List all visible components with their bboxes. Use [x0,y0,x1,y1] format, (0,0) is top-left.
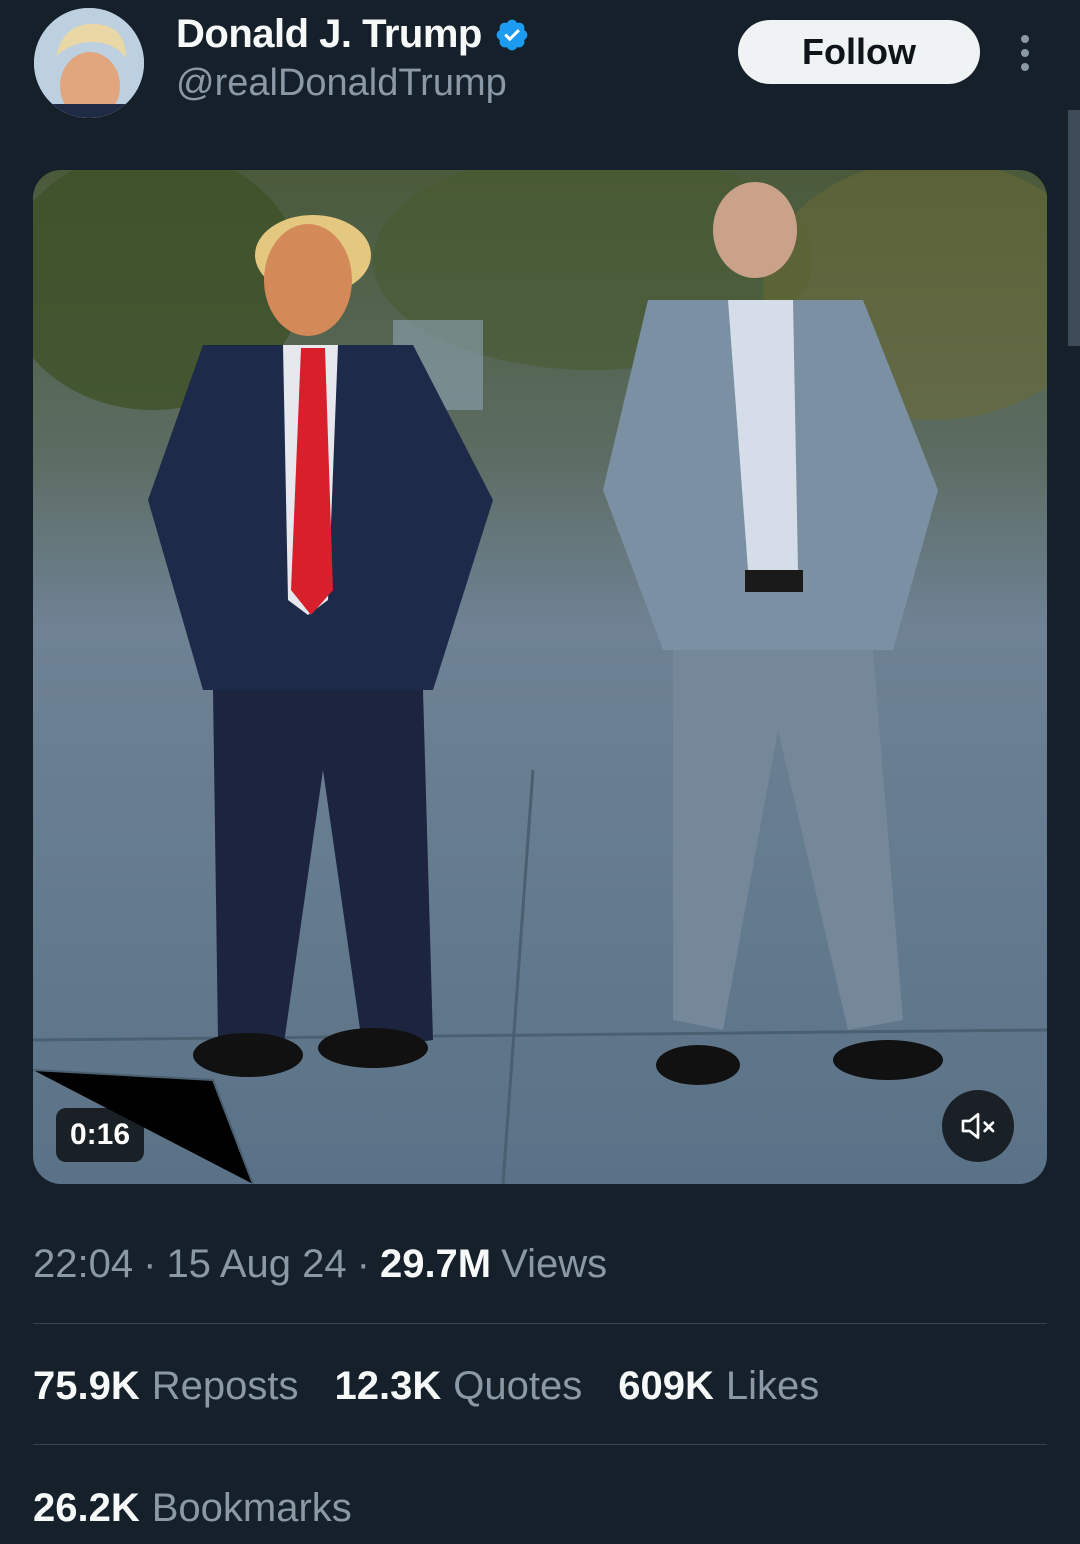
follow-button[interactable]: Follow [738,20,980,84]
likes-label: Likes [725,1364,820,1408]
avatar-image [34,8,144,118]
video-duration-badge: 0:16 [56,1108,145,1162]
speaker-muted-icon [961,1113,995,1139]
bookmarks-stat[interactable]: 26.2K Bookmarks [33,1486,352,1531]
scrollbar-thumb[interactable] [1068,110,1080,346]
author-name-row[interactable]: Donald J. Trump [176,12,530,57]
author-avatar[interactable] [34,8,144,118]
bookmarks-label: Bookmarks [151,1486,352,1530]
mute-toggle-button[interactable] [942,1090,1014,1162]
divider [33,1323,1047,1324]
quotes-count: 12.3K [334,1364,442,1408]
author-display-name[interactable]: Donald J. Trump [176,12,482,57]
quotes-label: Quotes [453,1364,583,1408]
views-label: Views [501,1242,608,1286]
tweet-video[interactable] [33,170,1047,1184]
meta-separator: · [356,1242,370,1286]
bookmarks-count: 26.2K [33,1486,140,1530]
engagement-stats: 75.9K Reposts 12.3K Quotes 609K Likes [33,1364,819,1409]
verified-badge-icon [496,19,528,50]
meta-separator: · [143,1242,157,1286]
video-frame [33,170,1047,1184]
reposts-count: 75.9K [33,1364,140,1408]
tweet-meta: 22:04 · 15 Aug 24 · 29.7M Views [33,1242,607,1287]
tweet-date[interactable]: 15 Aug 24 [166,1242,346,1287]
likes-count: 609K [618,1364,714,1408]
views-count[interactable]: 29.7M [380,1242,491,1287]
more-options-icon[interactable] [1008,28,1042,78]
quotes-stat[interactable]: 12.3K Quotes [335,1364,583,1409]
reposts-stat[interactable]: 75.9K Reposts [33,1364,299,1409]
likes-stat[interactable]: 609K Likes [618,1364,819,1409]
tweet-detail: Donald J. Trump @realDonaldTrump Follow [0,0,1080,1544]
author-handle[interactable]: @realDonaldTrump [176,62,507,105]
tweet-time[interactable]: 22:04 [33,1242,133,1287]
reposts-label: Reposts [151,1364,299,1408]
divider [33,1444,1047,1445]
